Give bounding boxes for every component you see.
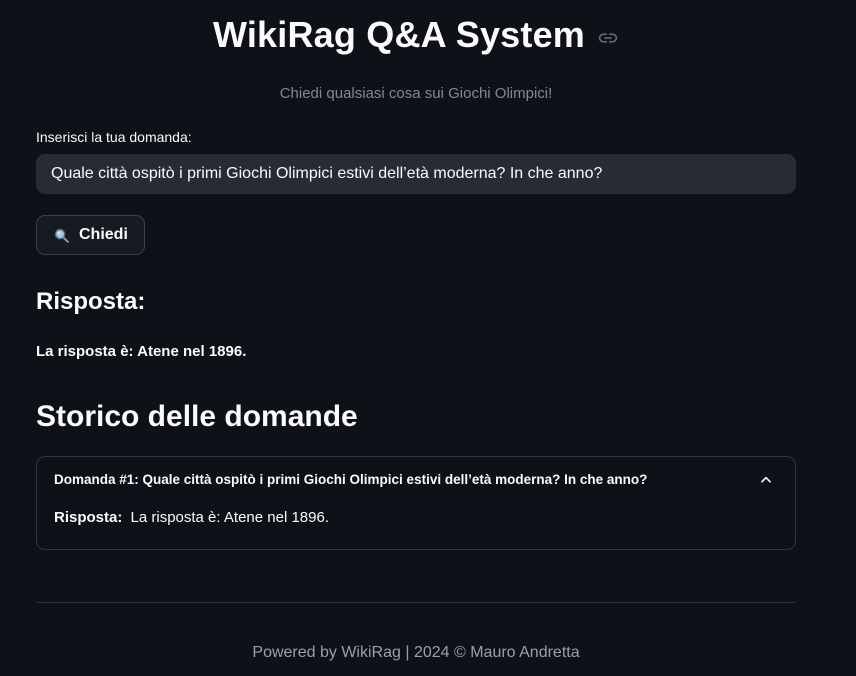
chevron-up-icon[interactable] [759,473,773,487]
page-title: WikiRag Q&A System [213,14,585,56]
history-heading: Storico delle domande [36,400,796,434]
anchor-link-icon[interactable] [597,27,619,49]
app-container: WikiRag Q&A System Chiedi qualsiasi cosa… [0,0,856,676]
history-expander-header[interactable]: Domanda #1: Quale città ospitò i primi G… [37,457,795,500]
question-input-label: Inserisci la tua domanda: [36,129,796,145]
history-answer-text: La risposta è: Atene nel 1896. [131,509,329,526]
history-question-text: Domanda #1: Quale città ospitò i primi G… [54,472,647,487]
page-subtitle: Chiedi qualsiasi cosa sui Giochi Olimpic… [36,85,796,102]
submit-button-label: Chiedi [79,226,128,244]
question-input[interactable] [36,154,796,194]
answer-heading: Risposta: [36,288,796,316]
history-expander: Domanda #1: Quale città ospitò i primi G… [36,456,796,550]
footer-divider [36,602,796,603]
submit-question-button[interactable]: Chiedi [36,215,145,255]
answer-text: La risposta è: Atene nel 1896. [36,343,796,360]
footer-text: Powered by WikiRag | 2024 © Mauro Andret… [36,644,796,662]
search-icon [53,227,70,244]
history-answer-label: Risposta: [54,509,122,526]
history-expander-body: Risposta: La risposta è: Atene nel 1896. [37,500,795,549]
page-header: WikiRag Q&A System [36,14,796,56]
